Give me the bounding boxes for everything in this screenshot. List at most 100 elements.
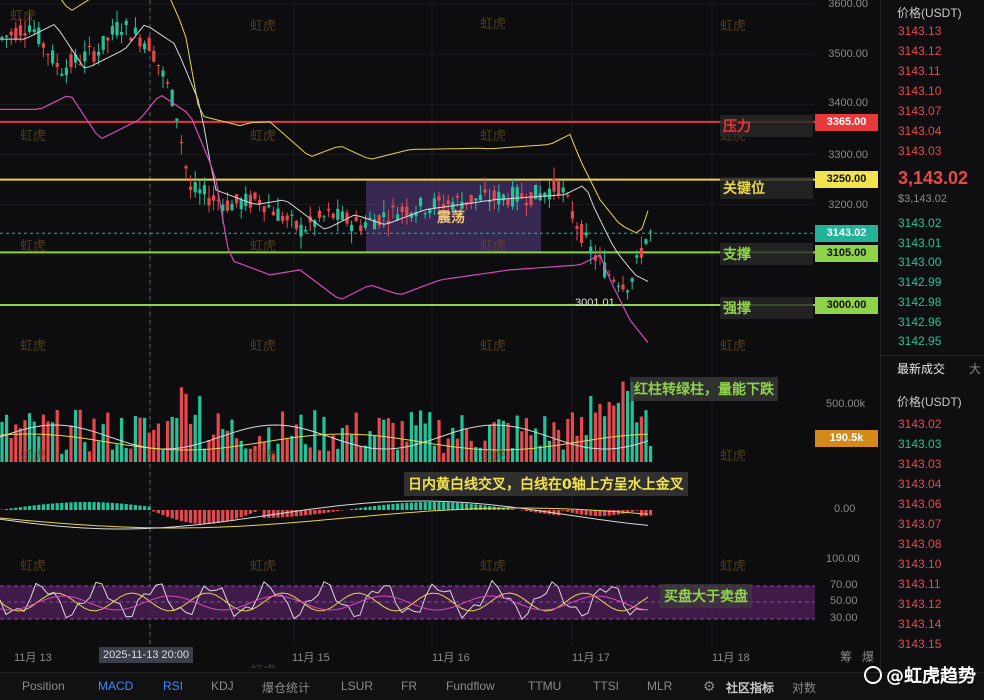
bid-row[interactable]: 3142.98 <box>898 295 941 309</box>
volume-bar <box>9 438 13 462</box>
tab-kdj3[interactable]: KDJ <box>211 679 234 693</box>
volume-bar <box>51 422 55 462</box>
candle-body <box>28 25 32 32</box>
resistance-label: 压力 <box>720 115 813 137</box>
macd-bar <box>423 502 427 510</box>
price-tick-3500: 3500.00 <box>828 48 868 60</box>
volume-bar <box>607 402 611 462</box>
tab-mlr10[interactable]: MLR <box>647 679 672 693</box>
brand-watermark: @虹虎趋势 <box>864 662 976 688</box>
macd-bar <box>561 510 565 511</box>
macd-bar <box>51 503 55 510</box>
macd-bar <box>18 507 22 510</box>
volume-bar <box>649 446 653 462</box>
macd-bar <box>368 506 372 510</box>
candle-body <box>584 232 588 236</box>
candle-body <box>547 188 551 200</box>
volume-bar <box>110 449 114 462</box>
tab-latest-trades[interactable]: 最新成交 <box>897 360 945 377</box>
tab-lsur5[interactable]: LSUR <box>341 679 373 693</box>
volume-bar <box>612 405 616 462</box>
ask-row[interactable]: 3143.03 <box>898 144 941 158</box>
ask-row[interactable]: 3143.04 <box>898 124 941 138</box>
volume-bar <box>603 416 607 462</box>
range-box-label: 震荡 <box>437 210 465 226</box>
macd-bar <box>432 502 436 510</box>
tab-rsi2[interactable]: RSI <box>163 679 183 693</box>
macd-bar <box>147 506 151 510</box>
ask-row[interactable]: 3143.13 <box>898 24 941 38</box>
candle-body <box>46 54 50 56</box>
ask-row[interactable]: 3143.07 <box>898 104 941 118</box>
candle-body <box>175 118 179 121</box>
bid-row[interactable]: 3142.96 <box>898 315 941 329</box>
watermark-text: 虹虎 <box>20 129 46 144</box>
strong-support-price-badge: 3000.00 <box>815 297 878 314</box>
price-chart-canvas[interactable]: 虹虎虹虎 虹虎 虹虎虹虎 虹虎 虹虎虹虎 虹虎 虹虎虹虎 虹虎 虹虎 虹虎虹虎 虹虎 虹虎 虹虎虹虎 虹虎… <box>0 0 880 668</box>
bid-row[interactable]: 3142.95 <box>898 334 941 348</box>
community-indicators-button[interactable]: 社区指标 <box>726 679 774 696</box>
chip-chou[interactable]: 筹 <box>840 648 852 665</box>
candle-body <box>97 51 101 56</box>
macd-bar <box>46 503 50 510</box>
volume-bar <box>308 447 312 462</box>
rsi-tick-50: 50.00 <box>830 595 858 607</box>
bid-row[interactable]: 3142.99 <box>898 275 941 289</box>
bid-row[interactable]: 3143.00 <box>898 255 941 269</box>
candle-body <box>290 214 294 216</box>
macd-bar <box>161 510 165 516</box>
log-scale-toggle[interactable]: 对数 <box>792 679 816 696</box>
macd-bar <box>110 502 114 510</box>
volume-bar <box>276 443 280 462</box>
bid-row[interactable]: 3143.02 <box>898 216 941 230</box>
volume-bar <box>437 420 441 462</box>
tab-large-trades[interactable]: 大 <box>969 360 981 377</box>
trade-row: 3143.04 <box>898 477 942 491</box>
candle-body <box>400 206 404 212</box>
volume-bar <box>198 396 202 462</box>
tab-ttmu8[interactable]: TTMU <box>528 679 561 693</box>
ask-row[interactable]: 3143.11 <box>898 64 941 78</box>
key-price-badge: 3250.00 <box>815 171 878 188</box>
volume-bar <box>129 448 133 462</box>
candle-body <box>271 211 275 216</box>
chart-area[interactable]: 虹虎 虹虎 虹虎 虹虎 虹虎 虹虎 虹虎 虹虎 虹虎 虹虎 虹虎 虹虎 虹虎 虹虎 虹虎 虹虎 虹虎 虹虎 虹虎 虹虎… <box>0 0 880 668</box>
candle-body <box>147 37 151 51</box>
tab-position0[interactable]: Position <box>22 679 65 693</box>
tab-macd1[interactable]: MACD <box>98 679 133 693</box>
rsi-tick-100: 100.00 <box>826 553 860 565</box>
watermark-text: 虹虎 <box>480 129 506 144</box>
macd-bar <box>193 510 197 524</box>
tab-fundflow7[interactable]: Fundflow <box>446 679 495 693</box>
volume-bar <box>552 422 556 462</box>
macd-bar <box>115 503 119 510</box>
macd-bar <box>216 510 220 524</box>
volume-bar <box>538 445 542 462</box>
macd-bar <box>506 508 510 510</box>
macd-bar <box>32 505 36 510</box>
macd-bar <box>28 505 32 510</box>
time-label-nov18: 11月 18 <box>712 652 750 664</box>
macd-bar <box>580 510 584 515</box>
candle-body <box>133 27 137 34</box>
bid-row[interactable]: 3143.01 <box>898 236 941 250</box>
volume-bar <box>5 414 9 462</box>
volume-bar <box>432 445 436 462</box>
candle-body <box>92 51 96 62</box>
watermark-text: 虹虎 <box>720 449 746 464</box>
tab-ttsi9[interactable]: TTSI <box>593 679 619 693</box>
candle-body <box>239 199 243 210</box>
settings-gear-icon[interactable]: ⚙ <box>703 678 716 695</box>
volume-bar <box>244 448 248 462</box>
tab--4[interactable]: 爆仓统计 <box>262 679 310 696</box>
ask-row[interactable]: 3143.12 <box>898 44 941 58</box>
macd-bar <box>184 510 188 522</box>
macd-bar <box>396 503 400 510</box>
ask-row[interactable]: 3143.10 <box>898 84 941 98</box>
volume-bar <box>133 415 137 462</box>
volume-bar <box>317 450 321 462</box>
tab-fr6[interactable]: FR <box>401 679 417 693</box>
candle-body <box>230 203 234 211</box>
macd-bar <box>138 505 142 510</box>
watermark-text: 虹虎 <box>480 339 506 354</box>
